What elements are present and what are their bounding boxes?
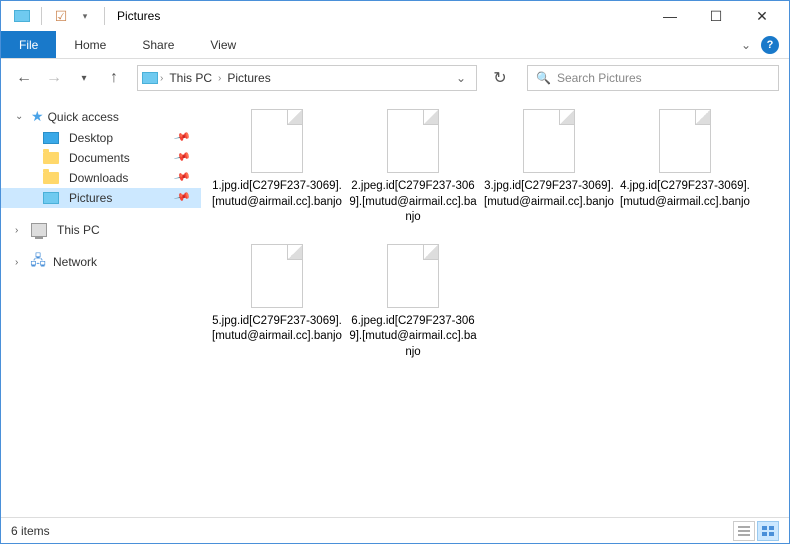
sidebar-label: This PC [57, 223, 100, 237]
pin-icon: 📌 [173, 147, 197, 168]
file-icon [387, 109, 439, 173]
sidebar-this-pc[interactable]: › This PC [1, 220, 201, 240]
search-input[interactable]: 🔍 Search Pictures [527, 65, 779, 91]
search-icon: 🔍 [536, 71, 551, 85]
file-name: 1.jpg.id[C279F237-3069].[mutud@airmail.c… [212, 179, 342, 210]
item-count: 6 items [11, 524, 50, 538]
sidebar-item-label: Documents [69, 151, 130, 165]
status-bar: 6 items [1, 517, 789, 543]
folder-icon [43, 172, 59, 184]
file-icon [659, 109, 711, 173]
window-title: Pictures [117, 9, 160, 23]
collapse-icon[interactable]: ⌄ [15, 111, 27, 122]
recent-dropdown-icon[interactable]: ▾ [71, 65, 97, 91]
chevron-right-icon[interactable]: › [160, 73, 163, 84]
up-button[interactable]: ↑ [101, 65, 127, 91]
expand-icon[interactable]: › [15, 257, 27, 268]
pictures-icon [43, 192, 59, 204]
properties-icon[interactable]: ☑ [50, 5, 72, 27]
content-area: ⌄ ★ Quick access Desktop 📌 Documents 📌 D… [1, 97, 789, 517]
file-name: 4.jpg.id[C279F237-3069].[mutud@airmail.c… [620, 179, 750, 210]
sidebar-item-label: Downloads [69, 171, 128, 185]
address-dropdown-icon[interactable]: ⌄ [450, 71, 472, 85]
sidebar-item-pictures[interactable]: Pictures 📌 [1, 188, 201, 208]
sidebar-quick-access[interactable]: ⌄ ★ Quick access [1, 105, 201, 128]
file-item[interactable]: 1.jpg.id[C279F237-3069].[mutud@airmail.c… [209, 109, 345, 226]
pin-icon: 📌 [173, 127, 197, 148]
sidebar-item-desktop[interactable]: Desktop 📌 [1, 128, 201, 148]
sidebar-item-downloads[interactable]: Downloads 📌 [1, 168, 201, 188]
qat-dropdown-icon[interactable]: ▾ [74, 5, 96, 27]
window-controls: — ☐ ✕ [647, 1, 785, 31]
expand-icon[interactable]: › [15, 225, 27, 236]
file-name: 5.jpg.id[C279F237-3069].[mutud@airmail.c… [212, 314, 342, 345]
navigation-bar: ← → ▾ ↑ › This PC › Pictures ⌄ ↻ 🔍 Searc… [1, 59, 789, 97]
pin-icon: 📌 [173, 167, 197, 188]
network-icon: 🖧 [31, 255, 45, 269]
search-placeholder: Search Pictures [557, 71, 642, 85]
location-icon [142, 72, 158, 84]
forward-button[interactable]: → [41, 65, 67, 91]
file-item[interactable]: 2.jpeg.id[C279F237-3069].[mutud@airmail.… [345, 109, 481, 226]
help-button[interactable]: ? [761, 36, 779, 54]
folder-icon [43, 152, 59, 164]
separator [41, 7, 42, 25]
tab-view[interactable]: View [192, 31, 254, 58]
titlebar: ☑ ▾ Pictures — ☐ ✕ [1, 1, 789, 31]
file-list[interactable]: 1.jpg.id[C279F237-3069].[mutud@airmail.c… [201, 97, 789, 517]
sidebar-item-label: Pictures [69, 191, 112, 205]
separator [104, 7, 105, 25]
crumb-pictures[interactable]: Pictures [223, 71, 274, 85]
maximize-button[interactable]: ☐ [693, 1, 739, 31]
sidebar-network[interactable]: › 🖧 Network [1, 252, 201, 272]
sidebar-label: Network [53, 255, 97, 269]
grid-icon [762, 526, 774, 536]
back-button[interactable]: ← [11, 65, 37, 91]
file-item[interactable]: 4.jpg.id[C279F237-3069].[mutud@airmail.c… [617, 109, 753, 226]
address-bar[interactable]: › This PC › Pictures ⌄ [137, 65, 477, 91]
file-name: 2.jpeg.id[C279F237-3069].[mutud@airmail.… [348, 179, 478, 226]
close-button[interactable]: ✕ [739, 1, 785, 31]
sidebar-item-documents[interactable]: Documents 📌 [1, 148, 201, 168]
pin-icon: 📌 [173, 187, 197, 208]
sidebar-label: Quick access [48, 110, 119, 124]
file-name: 6.jpeg.id[C279F237-3069].[mutud@airmail.… [348, 314, 478, 361]
desktop-icon [43, 132, 59, 144]
refresh-button[interactable]: ↻ [487, 65, 513, 91]
file-icon [387, 244, 439, 308]
explorer-icon[interactable] [11, 5, 33, 27]
list-icon [738, 526, 750, 536]
ribbon-expand-icon[interactable]: ⌄ [741, 38, 751, 52]
star-icon: ★ [31, 108, 44, 125]
file-item[interactable]: 3.jpg.id[C279F237-3069].[mutud@airmail.c… [481, 109, 617, 226]
tab-home[interactable]: Home [56, 31, 124, 58]
file-icon [251, 244, 303, 308]
pc-icon [31, 223, 47, 237]
quick-access-toolbar: ☑ ▾ Pictures [5, 5, 160, 27]
file-item[interactable]: 6.jpeg.id[C279F237-3069].[mutud@airmail.… [345, 244, 481, 361]
ribbon: File Home Share View ⌄ ? [1, 31, 789, 59]
chevron-right-icon[interactable]: › [218, 73, 221, 84]
sidebar-item-label: Desktop [69, 131, 113, 145]
file-name: 3.jpg.id[C279F237-3069].[mutud@airmail.c… [484, 179, 614, 210]
file-tab[interactable]: File [1, 31, 56, 58]
file-icon [251, 109, 303, 173]
navigation-pane: ⌄ ★ Quick access Desktop 📌 Documents 📌 D… [1, 97, 201, 517]
icons-view-button[interactable] [757, 521, 779, 541]
details-view-button[interactable] [733, 521, 755, 541]
file-item[interactable]: 5.jpg.id[C279F237-3069].[mutud@airmail.c… [209, 244, 345, 361]
crumb-thispc[interactable]: This PC [165, 71, 216, 85]
file-icon [523, 109, 575, 173]
tab-share[interactable]: Share [124, 31, 192, 58]
minimize-button[interactable]: — [647, 1, 693, 31]
